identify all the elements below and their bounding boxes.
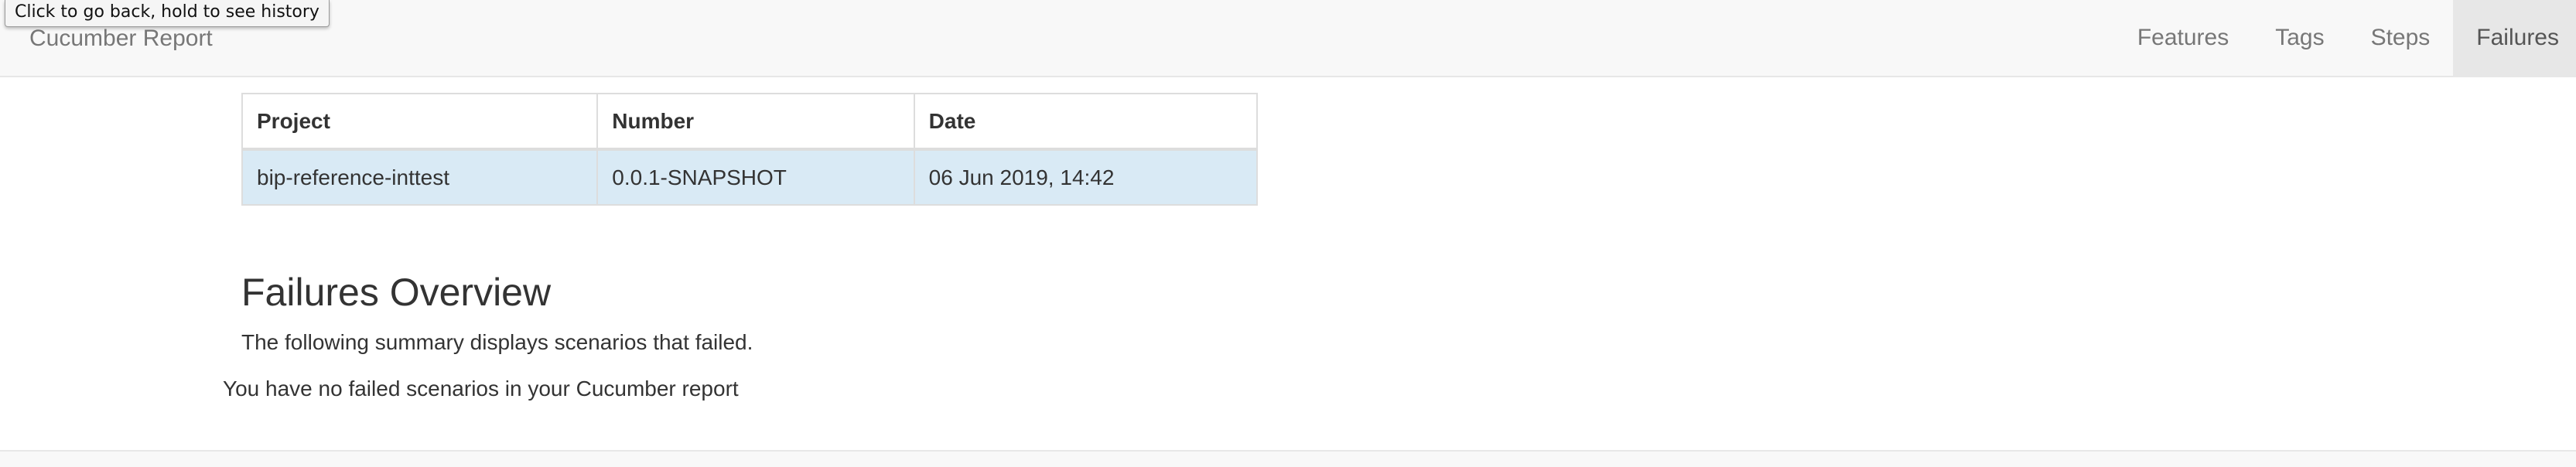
nav-features[interactable]: Features (2114, 0, 2252, 76)
nav-steps[interactable]: Steps (2348, 0, 2454, 76)
header-project: Project (241, 93, 599, 151)
table-row: bip-reference-inttest 0.0.1-SNAPSHOT 06 … (241, 148, 1259, 206)
brand-link[interactable]: Cucumber Report (29, 25, 213, 53)
nav-failures[interactable]: Failures (2453, 0, 2576, 76)
header-date: Date (913, 93, 1259, 151)
build-info-table: Project Number Date bip-reference-inttes… (241, 93, 1259, 206)
nav-menu: Features Tags Steps Failures (2114, 0, 2576, 76)
failures-description: The following summary displays scenarios… (241, 330, 753, 354)
back-button-tooltip: Click to go back, hold to see history (5, 0, 330, 27)
no-failures-message: You have no failed scenarios in your Cuc… (223, 377, 739, 401)
nav-tags[interactable]: Tags (2252, 0, 2347, 76)
cell-number: 0.0.1-SNAPSHOT (596, 148, 915, 206)
report-page: Cucumber Report Features Tags Steps Fail… (0, 0, 2576, 467)
top-navbar: Cucumber Report Features Tags Steps Fail… (0, 0, 2576, 77)
page-footer (0, 450, 2576, 467)
failures-overview-title: Failures Overview (241, 271, 552, 314)
table-header-row: Project Number Date (241, 93, 1259, 151)
header-number: Number (596, 93, 915, 151)
cell-project: bip-reference-inttest (241, 148, 599, 206)
cell-date: 06 Jun 2019, 14:42 (913, 148, 1259, 206)
